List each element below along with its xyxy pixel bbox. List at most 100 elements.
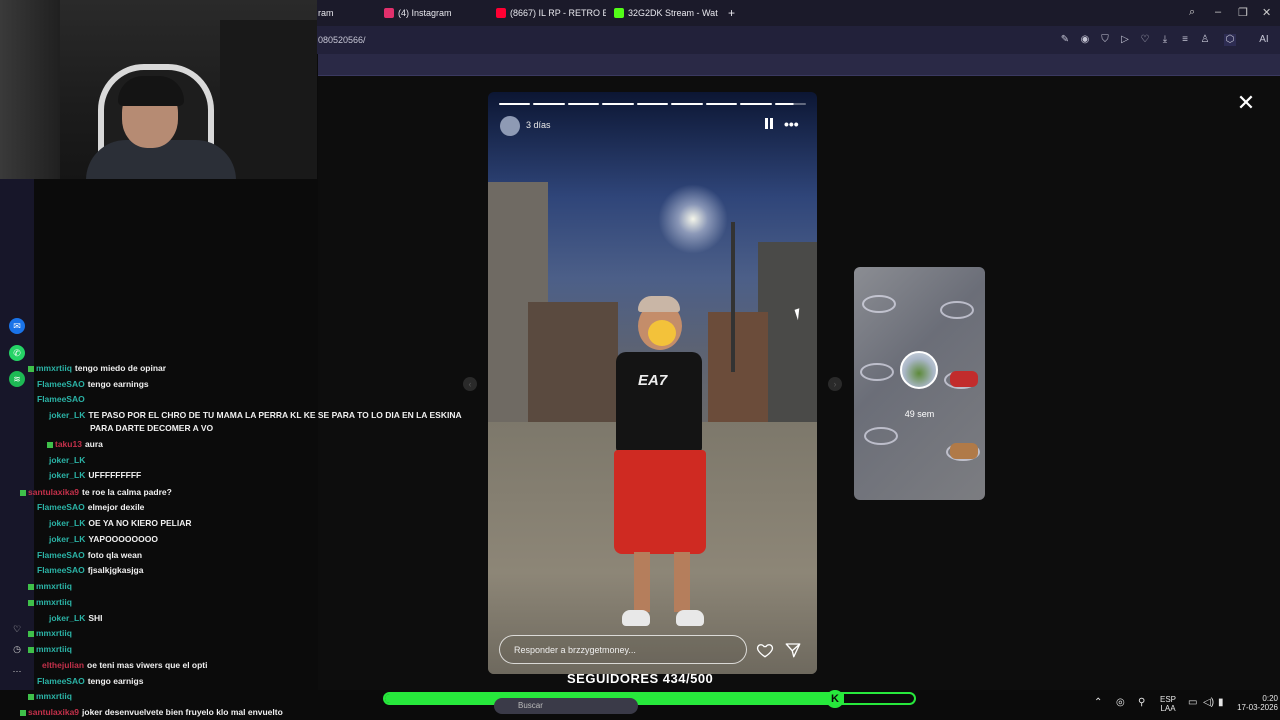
tray-chevron-icon[interactable]: ⌃ bbox=[1094, 698, 1102, 708]
chat-message: mmxrtiiq bbox=[28, 581, 75, 592]
ai-button[interactable]: AI bbox=[1254, 34, 1274, 46]
chat-text: SHI bbox=[88, 613, 103, 623]
chat-badge-icon bbox=[28, 365, 34, 372]
chat-text: aura bbox=[84, 439, 103, 449]
chat-badge-icon bbox=[28, 693, 34, 700]
next-story-arrow[interactable]: › bbox=[828, 377, 842, 391]
plus-icon: + bbox=[728, 6, 736, 20]
maximize-icon[interactable]: ❐ bbox=[1238, 6, 1248, 19]
chat-message: mmxrtiiq bbox=[28, 644, 75, 655]
volume-icon[interactable]: ◁) bbox=[1203, 698, 1214, 708]
chat-username[interactable]: joker_LK bbox=[49, 534, 85, 544]
streamer-hair bbox=[118, 76, 184, 106]
chat-text: foto qla wean bbox=[87, 550, 143, 560]
tab-label: 32G2DK Stream - Watch bbox=[628, 8, 718, 18]
chat-username[interactable]: joker_LK bbox=[49, 455, 85, 465]
download-icon[interactable]: ⤓ bbox=[1159, 34, 1171, 46]
chat-username[interactable]: joker_LK bbox=[49, 470, 85, 480]
new-tab-button[interactable]: + bbox=[728, 3, 740, 23]
chat-username[interactable]: FlameeSAO bbox=[37, 394, 85, 404]
chat-message: FlameeSAO tengo earnigs bbox=[37, 676, 143, 687]
webcam-feed bbox=[0, 0, 317, 179]
chat-username[interactable]: FlameeSAO bbox=[37, 379, 85, 389]
bookmark-bar bbox=[318, 54, 1280, 76]
chat-username[interactable]: FlameeSAO bbox=[37, 565, 85, 575]
chat-username[interactable]: mmxrtiiq bbox=[36, 644, 72, 654]
chat-text: tengo miedo de opinar bbox=[74, 363, 167, 373]
story-author-avatar[interactable] bbox=[500, 116, 520, 136]
chat-username[interactable]: joker_LK bbox=[49, 410, 85, 420]
chat-username[interactable]: elthejulian bbox=[42, 660, 84, 670]
chat-username[interactable]: joker_LK bbox=[49, 518, 85, 528]
send-icon[interactable] bbox=[784, 641, 802, 659]
tab-kick[interactable]: 32G2DK Stream - Watch bbox=[614, 3, 718, 23]
chat-username[interactable]: mmxrtiiq bbox=[36, 597, 72, 607]
chat-badge-icon bbox=[28, 630, 34, 637]
edit-icon[interactable]: ✎ bbox=[1059, 34, 1071, 46]
chat-text: UFFFFFFFFF bbox=[88, 470, 142, 480]
shoe-shelf bbox=[864, 427, 898, 445]
story-card[interactable]: EA7 3 días ••• Responder a brzzygetmoney… bbox=[488, 92, 817, 674]
chat-username[interactable]: santulaxika9 bbox=[28, 487, 79, 497]
microphone-icon[interactable]: ⚲ bbox=[1138, 698, 1145, 708]
url-field[interactable]: 080520566/ bbox=[318, 35, 366, 45]
minimize-icon[interactable]: – bbox=[1215, 6, 1221, 18]
power-pole bbox=[731, 222, 735, 372]
chat-message: joker_LK bbox=[49, 455, 88, 466]
chat-username[interactable]: mmxrtiiq bbox=[36, 363, 72, 373]
chat-badge-icon bbox=[28, 646, 34, 653]
next-story-preview[interactable]: 49 sem bbox=[854, 267, 985, 500]
network-alert-icon[interactable]: ◎ bbox=[1116, 698, 1125, 708]
tab-instagram[interactable]: (4) Instagram bbox=[384, 3, 490, 23]
play-icon[interactable]: ▷ bbox=[1119, 34, 1131, 46]
chat-text: elmejor dexile bbox=[87, 502, 145, 512]
pause-icon[interactable] bbox=[764, 118, 774, 130]
whatsapp-icon[interactable]: ✆ bbox=[9, 345, 25, 361]
search-tabs-icon[interactable]: ⌕ bbox=[1189, 6, 1195, 19]
profile-icon[interactable]: ♙ bbox=[1199, 34, 1211, 46]
chat-username[interactable]: mmxrtiiq bbox=[36, 691, 72, 701]
clock-time: 0:20 bbox=[1262, 694, 1278, 703]
close-icon[interactable]: ✕ bbox=[1236, 92, 1256, 114]
display-icon[interactable]: ▭ bbox=[1188, 698, 1197, 708]
chat-username[interactable]: mmxrtiiq bbox=[36, 581, 72, 591]
close-window-icon[interactable]: ✕ bbox=[1262, 6, 1271, 19]
previous-story-arrow[interactable]: ‹ bbox=[463, 377, 477, 391]
chat-badge-icon bbox=[20, 709, 26, 716]
chat-username[interactable]: FlameeSAO bbox=[37, 676, 85, 686]
youtube-icon bbox=[496, 8, 506, 18]
story-timestamp: 3 días bbox=[526, 120, 551, 130]
taskbar-search[interactable]: Buscar bbox=[494, 698, 638, 714]
next-story-avatar bbox=[900, 351, 938, 389]
chat-message: FlameeSAO fjsalkjgkasjga bbox=[37, 565, 143, 576]
chat-username[interactable]: FlameeSAO bbox=[37, 550, 85, 560]
extensions-icon[interactable]: ⬡ bbox=[1224, 34, 1236, 46]
menu-icon[interactable]: ≡ bbox=[1179, 34, 1191, 46]
chat-username[interactable]: taku13 bbox=[55, 439, 82, 449]
brown-sneaker bbox=[950, 443, 978, 459]
chat-message: santulaxika9 te roe la calma padre? bbox=[20, 487, 172, 498]
tab-youtube[interactable]: (8667) IL RP - RETRO EN bbox=[496, 3, 606, 23]
chat-username[interactable]: santulaxika9 bbox=[28, 707, 79, 717]
lang-bottom: LAA bbox=[1160, 704, 1176, 713]
chat-message: mmxrtiiq bbox=[28, 691, 75, 702]
person-shoe bbox=[676, 610, 704, 626]
camera-icon[interactable]: ◉ bbox=[1079, 34, 1091, 46]
messenger-icon[interactable]: ✉ bbox=[9, 318, 25, 334]
chat-username[interactable]: mmxrtiiq bbox=[36, 628, 72, 638]
person-shorts bbox=[614, 450, 706, 554]
kick-icon bbox=[614, 8, 624, 18]
reply-input[interactable]: Responder a brzzygetmoney... bbox=[499, 635, 747, 664]
tab-partial[interactable]: ram bbox=[318, 3, 378, 23]
language-indicator[interactable]: ESP LAA bbox=[1158, 695, 1178, 713]
chat-username[interactable]: FlameeSAO bbox=[37, 502, 85, 512]
more-options-icon[interactable]: ••• bbox=[784, 116, 799, 132]
room-wall bbox=[0, 0, 60, 179]
heart-outline-icon[interactable]: ♡ bbox=[1139, 34, 1151, 46]
chat-username[interactable]: joker_LK bbox=[49, 613, 85, 623]
clock[interactable]: 0:20 17-03-2026 bbox=[1222, 694, 1278, 712]
like-heart-icon[interactable] bbox=[756, 641, 774, 659]
progress-segment bbox=[499, 103, 531, 105]
chat-message: joker_LK SHI bbox=[49, 613, 103, 624]
shield-icon[interactable]: ⛉ bbox=[1099, 34, 1111, 46]
